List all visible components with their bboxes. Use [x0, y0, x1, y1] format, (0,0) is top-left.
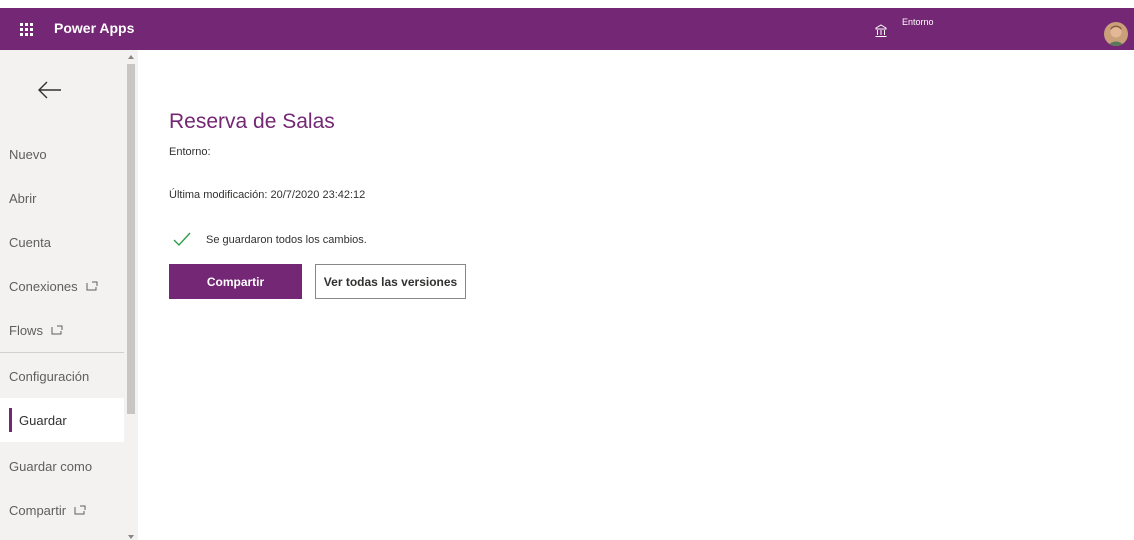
scroll-thumb[interactable]	[127, 64, 135, 414]
sidebar-item-label: Cuenta	[9, 234, 51, 250]
last-modified-text: Última modificación: 20/7/2020 23:42:12	[169, 189, 366, 201]
external-link-icon	[86, 281, 98, 291]
sidebar-item-label: Guardar como	[9, 458, 93, 474]
sidebar-divider	[0, 352, 124, 353]
sidebar-item-compartir[interactable]: Compartir	[0, 488, 124, 532]
sidebar-item-label: Conexiones	[9, 278, 78, 294]
top-bar: Power Apps Entorno	[0, 8, 1134, 50]
app-launcher-icon[interactable]	[20, 23, 34, 36]
sidebar-item-abrir[interactable]: Abrir	[0, 176, 124, 220]
external-link-icon	[74, 505, 86, 515]
share-button[interactable]: Compartir	[169, 264, 302, 299]
page-title: Reserva de Salas	[169, 110, 335, 133]
sidebar-item-conexiones[interactable]: Conexiones	[0, 264, 124, 308]
sidebar-item-label: Guardar	[19, 412, 67, 428]
sidebar-item-guardar[interactable]: Guardar	[0, 398, 124, 442]
sidebar-item-guardar-como[interactable]: Guardar como	[0, 444, 124, 488]
sidebar-item-label: Configuración	[9, 368, 90, 384]
checkmark-icon	[173, 232, 191, 247]
scroll-up-arrow-icon[interactable]	[128, 55, 134, 59]
user-avatar[interactable]	[1104, 22, 1128, 46]
external-link-icon	[51, 325, 63, 335]
scroll-down-arrow-icon[interactable]	[128, 535, 134, 539]
sidebar-item-label: Abrir	[9, 190, 37, 206]
back-arrow-icon[interactable]	[34, 76, 64, 106]
sidebar-item-label: Compartir	[9, 502, 67, 518]
sidebar-item-flows[interactable]: Flows	[0, 308, 124, 352]
sidebar-item-cuenta[interactable]: Cuenta	[0, 220, 124, 264]
environment-icon[interactable]	[874, 24, 888, 38]
sidebar-item-nuevo[interactable]: Nuevo	[0, 132, 124, 176]
sidebar-item-configuracion[interactable]: Configuración	[0, 354, 124, 398]
sidebar-item-label: Nuevo	[9, 146, 47, 162]
save-status-message: Se guardaron todos los cambios.	[206, 234, 367, 246]
app-title[interactable]: Power Apps	[54, 20, 134, 36]
view-all-versions-button[interactable]: Ver todas las versiones	[315, 264, 466, 299]
environment-label[interactable]: Entorno	[902, 17, 934, 27]
environment-text: Entorno:	[169, 146, 211, 158]
sidebar-item-label: Flows	[9, 322, 43, 338]
